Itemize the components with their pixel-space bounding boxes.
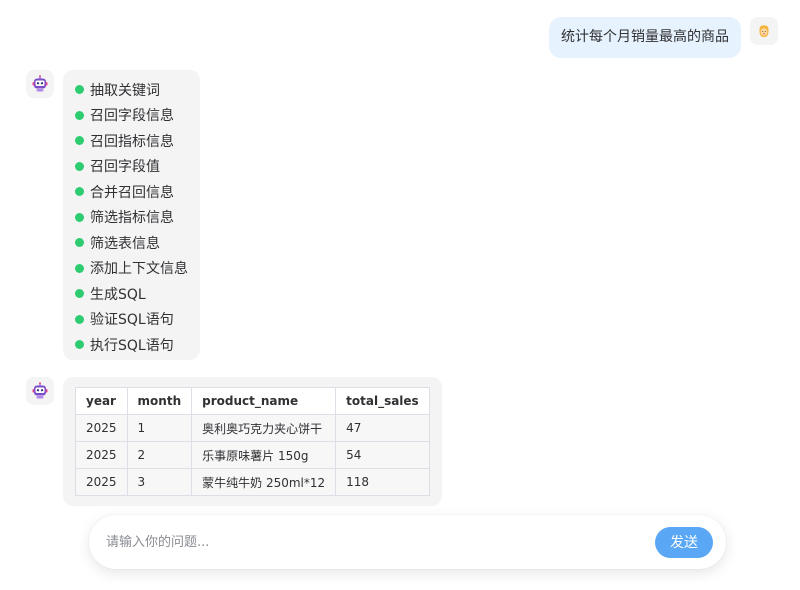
table-row: 2025 1 奥利奥巧克力夹心饼干 47 (75, 414, 430, 442)
table-cell: 3 (126, 468, 193, 496)
step-item: 召回指标信息 (75, 128, 188, 154)
send-button[interactable]: 发送 (655, 526, 713, 558)
table-cell: 47 (335, 414, 430, 442)
step-label: 执行SQL语句 (90, 337, 174, 354)
question-input[interactable] (104, 533, 655, 551)
step-done-dot-icon (75, 340, 84, 350)
step-label: 召回字段信息 (90, 108, 174, 125)
step-item: 召回字段信息 (75, 103, 188, 129)
bot-table-row: year month product_name total_sales 2025… (26, 377, 442, 506)
table-cell: 1 (126, 414, 193, 442)
table-bubble: year month product_name total_sales 2025… (63, 377, 442, 506)
column-header: product_name (191, 387, 337, 415)
step-done-dot-icon (75, 110, 84, 120)
chat-window: 统计每个月销量最高的商品 抽取关键词 召回字段信息 召回指标信息 召回字段值 合… (0, 0, 800, 590)
table-cell: 蒙牛纯牛奶 250ml*12 (191, 468, 337, 496)
robot-avatar-icon (32, 382, 48, 399)
user-message-row: 统计每个月销量最高的商品 (549, 17, 778, 58)
table-cell: 奥利奥巧克力夹心饼干 (191, 414, 337, 442)
step-done-dot-icon (75, 289, 84, 299)
step-done-dot-icon (75, 85, 84, 95)
step-done-dot-icon (75, 263, 84, 273)
step-item: 筛选表信息 (75, 230, 188, 256)
column-header: total_sales (335, 387, 430, 415)
step-label: 筛选表信息 (90, 235, 160, 252)
table-row: 2025 3 蒙牛纯牛奶 250ml*12 118 (75, 468, 430, 496)
result-table: year month product_name total_sales 2025… (75, 387, 430, 496)
table-header-row: year month product_name total_sales (75, 387, 430, 415)
step-label: 验证SQL语句 (90, 312, 174, 329)
table-cell: 2025 (75, 468, 128, 496)
step-label: 召回指标信息 (90, 133, 174, 150)
step-label: 召回字段值 (90, 159, 160, 176)
column-header: year (75, 387, 128, 415)
bot-avatar (26, 70, 54, 98)
step-label: 筛选指标信息 (90, 210, 174, 227)
robot-avatar-icon (32, 75, 48, 92)
step-done-dot-icon (75, 238, 84, 248)
bot-steps-row: 抽取关键词 召回字段信息 召回指标信息 召回字段值 合并召回信息 筛选指标信息 … (26, 70, 200, 360)
step-label: 生成SQL (90, 286, 146, 303)
step-item: 执行SQL语句 (75, 332, 188, 358)
table-cell: 2025 (75, 441, 128, 469)
column-header: month (126, 387, 193, 415)
step-item: 抽取关键词 (75, 77, 188, 103)
table-cell: 118 (335, 468, 430, 496)
step-item: 合并召回信息 (75, 179, 188, 205)
message-input-bar: 发送 (89, 515, 726, 569)
step-label: 合并召回信息 (90, 184, 174, 201)
step-done-dot-icon (75, 314, 84, 324)
table-cell: 2 (126, 441, 193, 469)
steps-bubble: 抽取关键词 召回字段信息 召回指标信息 召回字段值 合并召回信息 筛选指标信息 … (63, 70, 200, 360)
step-item: 生成SQL (75, 281, 188, 307)
step-label: 抽取关键词 (90, 82, 160, 99)
step-done-dot-icon (75, 212, 84, 222)
step-item: 验证SQL语句 (75, 307, 188, 333)
step-done-dot-icon (75, 161, 84, 171)
user-avatar (750, 17, 778, 45)
user-message-bubble: 统计每个月销量最高的商品 (549, 17, 741, 58)
step-done-dot-icon (75, 187, 84, 197)
step-done-dot-icon (75, 136, 84, 146)
step-item: 召回字段值 (75, 154, 188, 180)
table-cell: 2025 (75, 414, 128, 442)
step-label: 添加上下文信息 (90, 261, 188, 278)
step-item: 筛选指标信息 (75, 205, 188, 231)
step-item: 添加上下文信息 (75, 256, 188, 282)
bot-avatar (26, 377, 54, 405)
table-cell: 乐事原味薯片 150g (191, 441, 337, 469)
table-row: 2025 2 乐事原味薯片 150g 54 (75, 441, 430, 469)
table-cell: 54 (335, 441, 430, 469)
user-avatar-icon (759, 25, 769, 38)
